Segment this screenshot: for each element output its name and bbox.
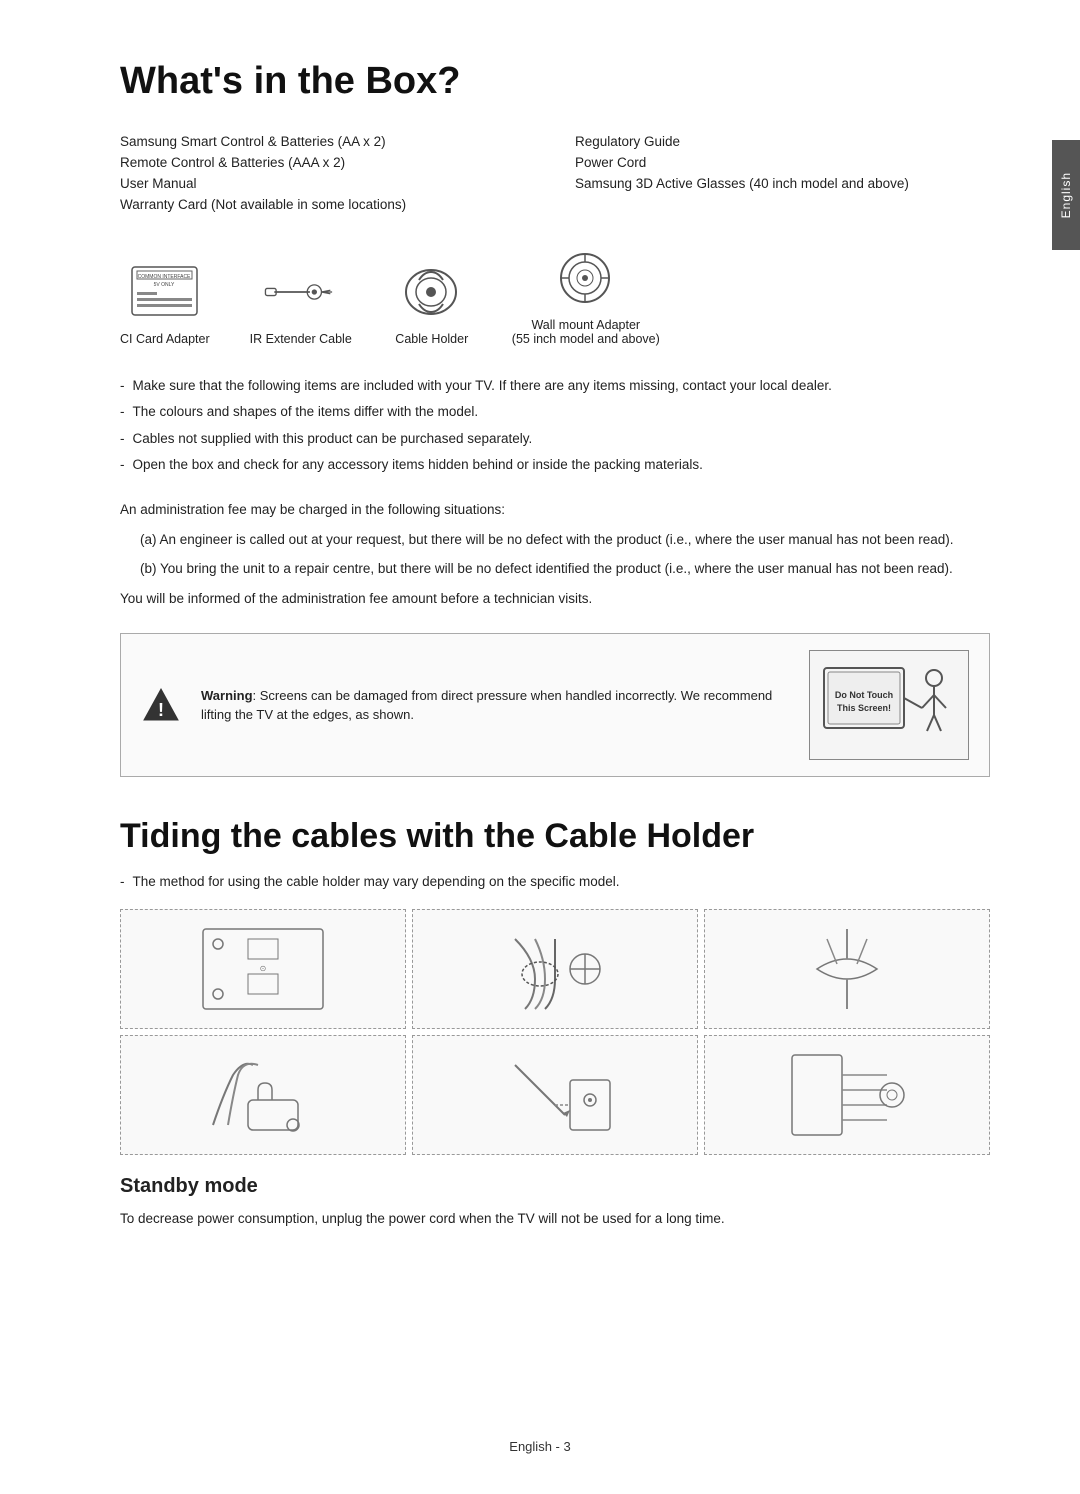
cable-images-bottom <box>120 1035 990 1155</box>
note-item-1: - Make sure that the following items are… <box>120 376 990 396</box>
admin-section: An administration fee may be charged in … <box>120 499 990 609</box>
page-footer: English - 3 <box>0 1439 1080 1454</box>
note-item-4: - Open the box and check for any accesso… <box>120 455 990 475</box>
svg-text:COMMON INTERFACE: COMMON INTERFACE <box>138 274 191 280</box>
note-dash-3: - <box>120 429 125 449</box>
item-2: Regulatory Guide <box>575 131 990 152</box>
icon-ir-cable: IR Extender Cable <box>250 259 352 346</box>
items-col-left: Samsung Smart Control & Batteries (AA x … <box>120 131 535 215</box>
section1-title: What's in the Box? <box>120 60 990 103</box>
footer-text: English - 3 <box>509 1439 570 1454</box>
items-col-right: Regulatory Guide Power Cord Samsung 3D A… <box>575 131 990 215</box>
note-text-2: The colours and shapes of the items diff… <box>133 402 479 422</box>
svg-text:5V ONLY: 5V ONLY <box>154 282 175 288</box>
ir-cable-label: IR Extender Cable <box>250 332 352 346</box>
item-7: Warranty Card (Not available in some loc… <box>120 194 535 215</box>
ir-cable-image <box>261 259 341 324</box>
note-item-3: - Cables not supplied with this product … <box>120 429 990 449</box>
side-tab: English <box>1052 140 1080 250</box>
notes-list: - Make sure that the following items are… <box>120 376 990 475</box>
item-4: Power Cord <box>575 152 990 173</box>
cable-img-5 <box>412 1035 698 1155</box>
section2-note: - The method for using the cable holder … <box>120 872 990 892</box>
admin-item-a: (a) An engineer is called out at your re… <box>140 529 990 551</box>
items-grid: Samsung Smart Control & Batteries (AA x … <box>120 131 990 215</box>
item-3: Remote Control & Batteries (AAA x 2) <box>120 152 535 173</box>
admin-item-b: (b) You bring the unit to a repair centr… <box>140 558 990 580</box>
svg-text:This Screen!: This Screen! <box>837 703 891 713</box>
svg-text:!: ! <box>158 700 164 720</box>
cable-img-6 <box>704 1035 990 1155</box>
note-dash-1: - <box>120 376 125 396</box>
warning-bold: Warning <box>201 688 253 703</box>
note-text-1: Make sure that the following items are i… <box>133 376 832 396</box>
cable-img-2 <box>412 909 698 1029</box>
cable-img-1: ⊙ <box>120 909 406 1029</box>
wall-mount-label: Wall mount Adapter (55 inch model and ab… <box>512 318 660 346</box>
item-6: Samsung 3D Active Glasses (40 inch model… <box>575 173 990 194</box>
cable-holder-label: Cable Holder <box>395 332 468 346</box>
cable-img-3 <box>704 909 990 1029</box>
standby-title: Standby mode <box>120 1175 990 1198</box>
svg-text:⊙: ⊙ <box>260 964 267 973</box>
note-text-3: Cables not supplied with this product ca… <box>133 429 533 449</box>
ci-card-image: COMMON INTERFACE 5V ONLY <box>125 259 205 324</box>
accessories-icons-row: COMMON INTERFACE 5V ONLY CI Card Adapter <box>120 245 990 346</box>
icon-wall-mount: Wall mount Adapter (55 inch model and ab… <box>512 245 660 346</box>
note-text-4: Open the box and check for any accessory… <box>133 455 703 475</box>
icon-cable-holder: Cable Holder <box>392 259 472 346</box>
admin-note: You will be informed of the administrati… <box>120 588 990 610</box>
note-dash-4: - <box>120 455 125 475</box>
ci-card-label: CI Card Adapter <box>120 332 210 346</box>
item-5: User Manual <box>120 173 535 194</box>
wall-mount-image <box>546 245 626 310</box>
cable-holder-image <box>392 259 472 324</box>
svg-text:Do Not Touch: Do Not Touch <box>835 690 893 700</box>
warning-image: Do Not Touch This Screen! <box>809 650 969 760</box>
warning-text: Warning: Screens can be damaged from dir… <box>201 686 789 725</box>
warning-body: : Screens can be damaged from direct pre… <box>201 688 772 723</box>
side-tab-label: English <box>1059 172 1073 218</box>
standby-section: Standby mode To decrease power consumpti… <box>120 1175 990 1230</box>
page-container: English What's in the Box? Samsung Smart… <box>0 0 1080 1494</box>
admin-intro: An administration fee may be charged in … <box>120 499 990 521</box>
cable-img-4 <box>120 1035 406 1155</box>
standby-text: To decrease power consumption, unplug th… <box>120 1208 990 1230</box>
warning-box: ! Warning: Screens can be damaged from d… <box>120 633 990 777</box>
item-1: Samsung Smart Control & Batteries (AA x … <box>120 131 535 152</box>
cable-images-top: ⊙ <box>120 909 990 1029</box>
section2-title: Tiding the cables with the Cable Holder <box>120 817 990 856</box>
icon-ci-card: COMMON INTERFACE 5V ONLY CI Card Adapter <box>120 259 210 346</box>
note-item-2: - The colours and shapes of the items di… <box>120 402 990 422</box>
note-dash-2: - <box>120 402 125 422</box>
section2-note-text: The method for using the cable holder ma… <box>133 872 620 892</box>
warning-icon: ! <box>141 685 181 725</box>
